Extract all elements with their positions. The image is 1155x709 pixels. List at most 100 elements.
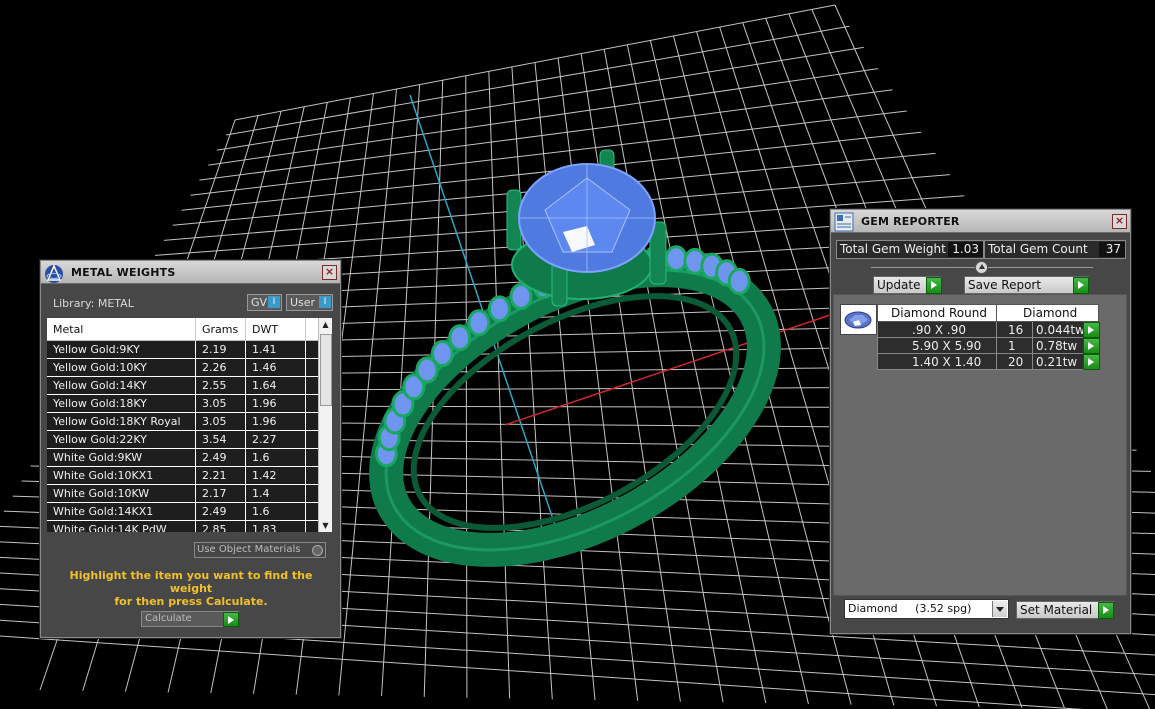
update-button[interactable]: Update: [873, 276, 942, 294]
diamond-round-thumbnail[interactable]: [840, 304, 877, 335]
green-arrow-icon[interactable]: [1083, 322, 1100, 338]
dwt-cell: 1.46: [252, 361, 277, 374]
x-axis-line: [504, 314, 831, 426]
gv-toggle-label: GV: [251, 296, 268, 309]
gem-reporter-titlebar[interactable]: GEM REPORTER ×: [831, 210, 1130, 233]
gem-row[interactable]: 5.90 X 5.90 1 0.78tw: [877, 338, 1100, 354]
gem-list-area: Diamond Round Diamond .90 X .90 16 0.044tw…: [833, 294, 1127, 596]
grams-cell: 2.85: [202, 523, 227, 532]
metal-name-cell: Yellow Gold:18KY Royal: [53, 415, 181, 428]
table-row[interactable]: Yellow Gold:10KY 2.26 1.46: [47, 359, 319, 377]
gem-weight-cell: 0.21tw: [1036, 355, 1078, 369]
metal-weights-title: METAL WEIGHTS: [71, 266, 176, 279]
gem-size-cell: 5.90 X 5.90: [912, 339, 982, 353]
scroll-thumb[interactable]: [320, 334, 332, 406]
grams-cell: 2.21: [202, 469, 227, 482]
table-header: Metal Grams DWT: [47, 318, 319, 341]
table-row[interactable]: White Gold:14K PdW 2.85 1.83: [47, 521, 319, 532]
table-row[interactable]: White Gold:10KW 2.17 1.4: [47, 485, 319, 503]
gem-reporter-panel: GEM REPORTER × Total Gem Weight 1.03 Tot…: [830, 209, 1131, 634]
green-arrow-icon[interactable]: [1083, 338, 1100, 354]
table-row[interactable]: White Gold:10KX1 2.21 1.42: [47, 467, 319, 485]
metal-weights-titlebar[interactable]: METAL WEIGHTS ×: [41, 261, 340, 284]
material-select-value: Diamond (3.52 spg): [848, 602, 972, 615]
dwt-cell: 1.6: [252, 451, 270, 464]
gem-count-cell: 16: [1008, 323, 1024, 337]
grams-cell: 3.05: [202, 397, 227, 410]
gem-count-cell: 1: [1008, 339, 1016, 353]
column-header-dwt[interactable]: DWT: [252, 323, 278, 336]
save-report-button[interactable]: Save Report: [964, 276, 1089, 294]
grams-cell: 2.17: [202, 487, 227, 500]
dwt-cell: 1.96: [252, 397, 277, 410]
grams-cell: 2.49: [202, 451, 227, 464]
table-row[interactable]: White Gold:9KW 2.49 1.6: [47, 449, 319, 467]
gem-rows: .90 X .90 16 0.044tw 5.90 X 5.90 1 0.78tw 1.40…: [877, 322, 1100, 370]
use-object-materials-label: Use Object Materials: [197, 544, 301, 555]
calculate-button[interactable]: Calculate: [141, 611, 239, 627]
gem-material-header: Diamond: [1023, 306, 1078, 320]
column-header-grams[interactable]: Grams: [202, 323, 238, 336]
dwt-cell: 1.83: [252, 523, 277, 532]
total-gem-count-label: Total Gem Count: [988, 242, 1088, 256]
instruction-line-1: Highlight the item you want to find the …: [69, 569, 313, 595]
close-icon[interactable]: ×: [322, 265, 337, 280]
set-material-label: Set Material: [1020, 603, 1093, 617]
dwt-cell: 1.96: [252, 415, 277, 428]
green-arrow-icon: [926, 277, 942, 294]
grams-cell: 2.26: [202, 361, 227, 374]
gem-weight-cell: 0.044tw: [1036, 323, 1085, 337]
dwt-cell: 1.64: [252, 379, 277, 392]
metal-name-cell: Yellow Gold:18KY: [53, 397, 147, 410]
gem-size-cell: .90 X .90: [912, 323, 967, 337]
diamond-icon: [844, 311, 872, 329]
gem-table[interactable]: Diamond Round Diamond .90 X .90 16 0.044tw…: [877, 304, 1100, 370]
dwt-cell: 2.27: [252, 433, 277, 446]
table-row[interactable]: Yellow Gold:9KY 2.19 1.41: [47, 341, 319, 359]
table-row[interactable]: Yellow Gold:22KY 3.54 2.27: [47, 431, 319, 449]
metal-name-cell: Yellow Gold:9KY: [53, 343, 140, 356]
gv-toggle[interactable]: GV I: [247, 294, 282, 311]
column-header-metal[interactable]: Metal: [53, 323, 83, 336]
gem-size-cell: 1.40 X 1.40: [912, 355, 982, 369]
chevron-down-icon[interactable]: [992, 601, 1007, 617]
metal-name-cell: Yellow Gold:14KY: [53, 379, 147, 392]
gem-weight-cell: 0.78tw: [1036, 339, 1078, 353]
metal-name-cell: White Gold:9KW: [53, 451, 143, 464]
metal-weights-table[interactable]: Metal Grams DWT Yellow Gold:9KY 2.19 1.41 Y…: [47, 318, 332, 532]
total-gem-weight-label: Total Gem Weight: [840, 242, 946, 256]
user-toggle-label: User: [290, 296, 316, 309]
table-scrollbar[interactable]: ▲ ▼: [318, 318, 332, 532]
table-row[interactable]: White Gold:14KX1 2.49 1.6: [47, 503, 319, 521]
gem-shape-header: Diamond Round: [891, 306, 987, 320]
scroll-down-icon[interactable]: ▼: [319, 519, 332, 532]
collapse-toggle-icon[interactable]: [975, 261, 988, 274]
gem-reporter-logo-icon: [834, 212, 854, 232]
use-object-materials-option[interactable]: Use Object Materials: [194, 542, 326, 558]
save-report-label: Save Report: [968, 278, 1042, 292]
user-toggle[interactable]: User I: [286, 294, 333, 311]
metal-name-cell: White Gold:10KX1: [53, 469, 154, 482]
table-row[interactable]: Yellow Gold:18KY 3.05 1.96: [47, 395, 319, 413]
metal-weights-panel: METAL WEIGHTS × Library: METAL GV I User…: [40, 260, 341, 638]
gem-table-header: Diamond Round Diamond: [877, 304, 1099, 322]
set-material-button[interactable]: Set Material: [1016, 601, 1114, 619]
table-row[interactable]: Yellow Gold:14KY 2.55 1.64: [47, 377, 319, 395]
gem-row[interactable]: .90 X .90 16 0.044tw: [877, 322, 1100, 338]
center-diamond: [518, 163, 656, 273]
total-gem-count: Total Gem Count 37: [984, 240, 1126, 259]
close-icon[interactable]: ×: [1112, 214, 1127, 229]
instruction-line-2: for then press Calculate.: [114, 595, 268, 608]
green-arrow-icon: [1073, 277, 1089, 294]
instruction-text: Highlight the item you want to find the …: [51, 569, 331, 608]
metal-rows: Yellow Gold:9KY 2.19 1.41 Yellow Gold:10KY 2…: [47, 341, 319, 532]
dwt-cell: 1.41: [252, 343, 277, 356]
grams-cell: 3.54: [202, 433, 227, 446]
dwt-cell: 1.6: [252, 505, 270, 518]
material-select[interactable]: Diamond (3.52 spg): [844, 599, 1009, 619]
radio-icon[interactable]: [312, 545, 323, 556]
scroll-up-icon[interactable]: ▲: [319, 318, 332, 331]
gem-row[interactable]: 1.40 X 1.40 20 0.21tw: [877, 354, 1100, 370]
table-row[interactable]: Yellow Gold:18KY Royal 3.05 1.96: [47, 413, 319, 431]
green-arrow-icon[interactable]: [1083, 354, 1100, 370]
